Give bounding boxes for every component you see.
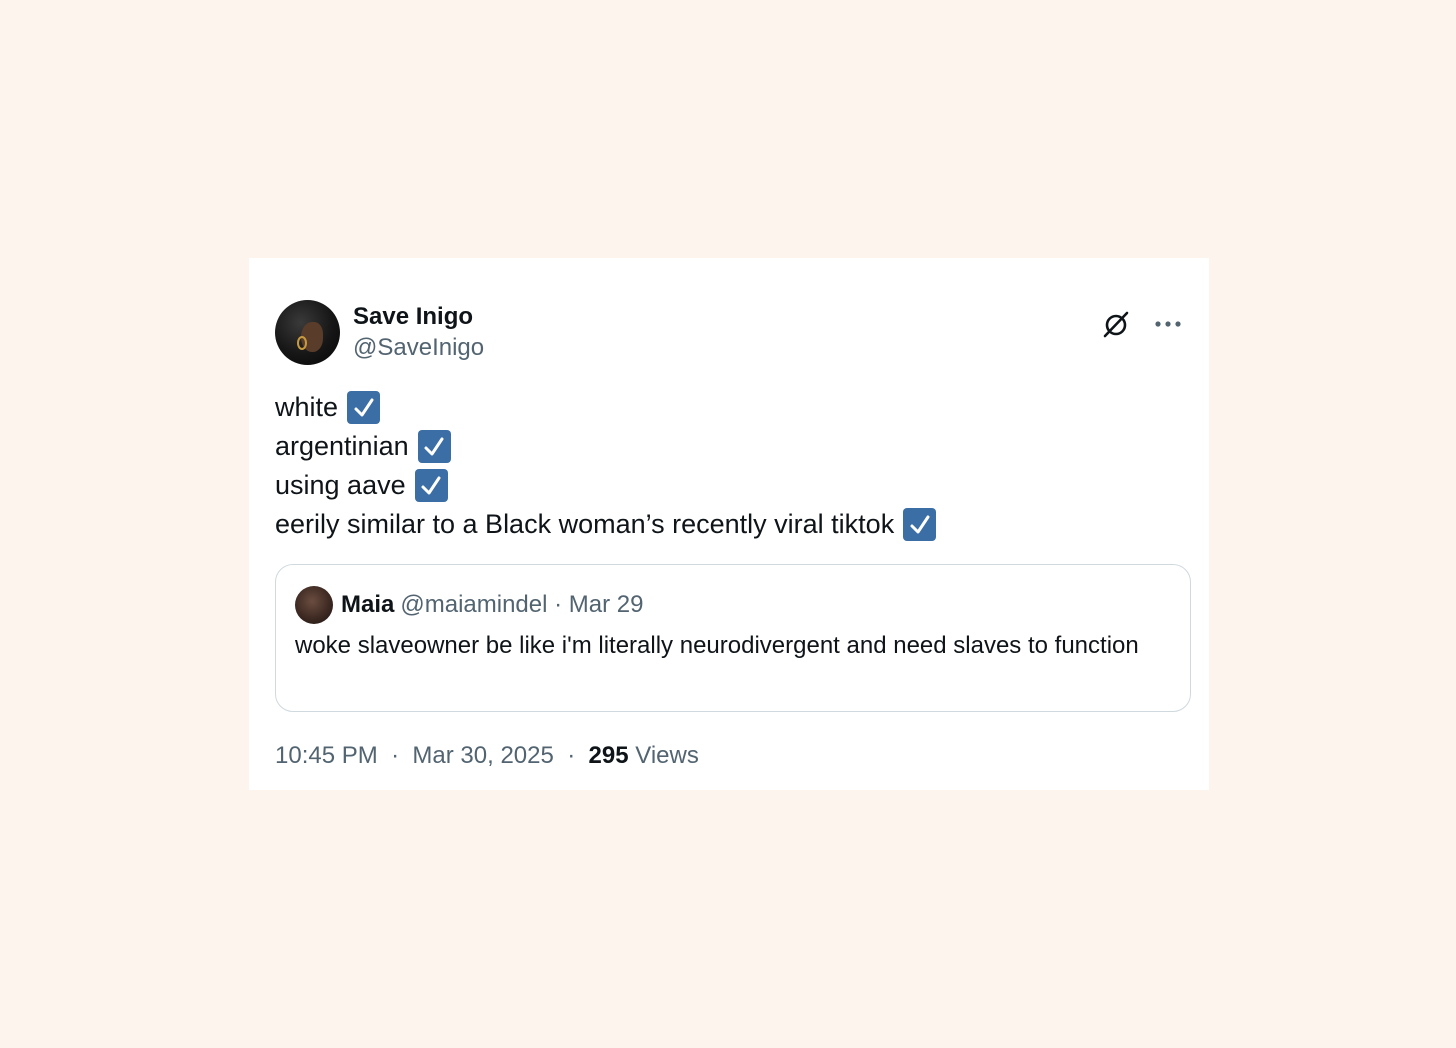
- views-count: 295: [588, 742, 629, 769]
- checkbox-checked-icon: [417, 430, 451, 463]
- quoted-tweet-text: woke slaveowner be like i'm literally ne…: [295, 632, 1139, 659]
- tweet-line-text: argentinian: [275, 431, 409, 461]
- tweet-line: argentinian: [275, 427, 936, 466]
- checkbox-checked-icon: [414, 469, 448, 502]
- footer-separator: ·: [567, 742, 576, 769]
- author-avatar[interactable]: [275, 300, 340, 365]
- tweet-line: white: [275, 388, 936, 427]
- grok-icon[interactable]: [1099, 307, 1133, 341]
- author-names: Save Inigo @SaveInigo: [353, 302, 484, 364]
- quoted-tweet[interactable]: Maia @maiamindel · Mar 29 woke slaveowne…: [275, 564, 1191, 712]
- tweet-line: eerily similar to a Black woman’s recent…: [275, 505, 937, 544]
- tweet-footer: 10:45 PM · Mar 30, 2025 · 295 Views: [275, 739, 699, 773]
- tweet-line-text: using aave: [275, 470, 406, 500]
- quoted-author-name: Maia: [341, 591, 395, 618]
- tweet-line-text: white: [275, 392, 339, 422]
- footer-separator: ·: [391, 742, 400, 769]
- tweet-header: Save Inigo @SaveInigo: [275, 300, 1185, 366]
- tweet-time[interactable]: 10:45 PM: [275, 742, 378, 769]
- tweet-line-text: eerily similar to a Black woman’s recent…: [275, 509, 895, 539]
- more-icon[interactable]: [1151, 307, 1185, 341]
- quoted-tweet-header: Maia @maiamindel · Mar 29: [295, 585, 644, 625]
- tweet-date[interactable]: Mar 30, 2025: [412, 742, 553, 769]
- avatar-earring: [297, 336, 307, 350]
- views-label: Views: [635, 742, 699, 769]
- quoted-separator: ·: [554, 591, 563, 618]
- checkbox-checked-icon: [903, 508, 937, 541]
- quoted-date: Mar 29: [568, 591, 644, 618]
- quoted-author-avatar[interactable]: [295, 586, 333, 624]
- checkbox-checked-icon: [347, 391, 381, 424]
- tweet-text: white argentinian using aave eerily simi…: [275, 388, 937, 544]
- tweet-line: using aave: [275, 466, 936, 505]
- tweet-card: Save Inigo @SaveInigo white argentinian …: [249, 258, 1209, 790]
- author-display-name[interactable]: Save Inigo: [353, 302, 484, 332]
- author-handle[interactable]: @SaveInigo: [353, 332, 484, 364]
- quoted-author-handle: @maiamindel: [400, 591, 548, 618]
- header-actions: [1099, 306, 1185, 342]
